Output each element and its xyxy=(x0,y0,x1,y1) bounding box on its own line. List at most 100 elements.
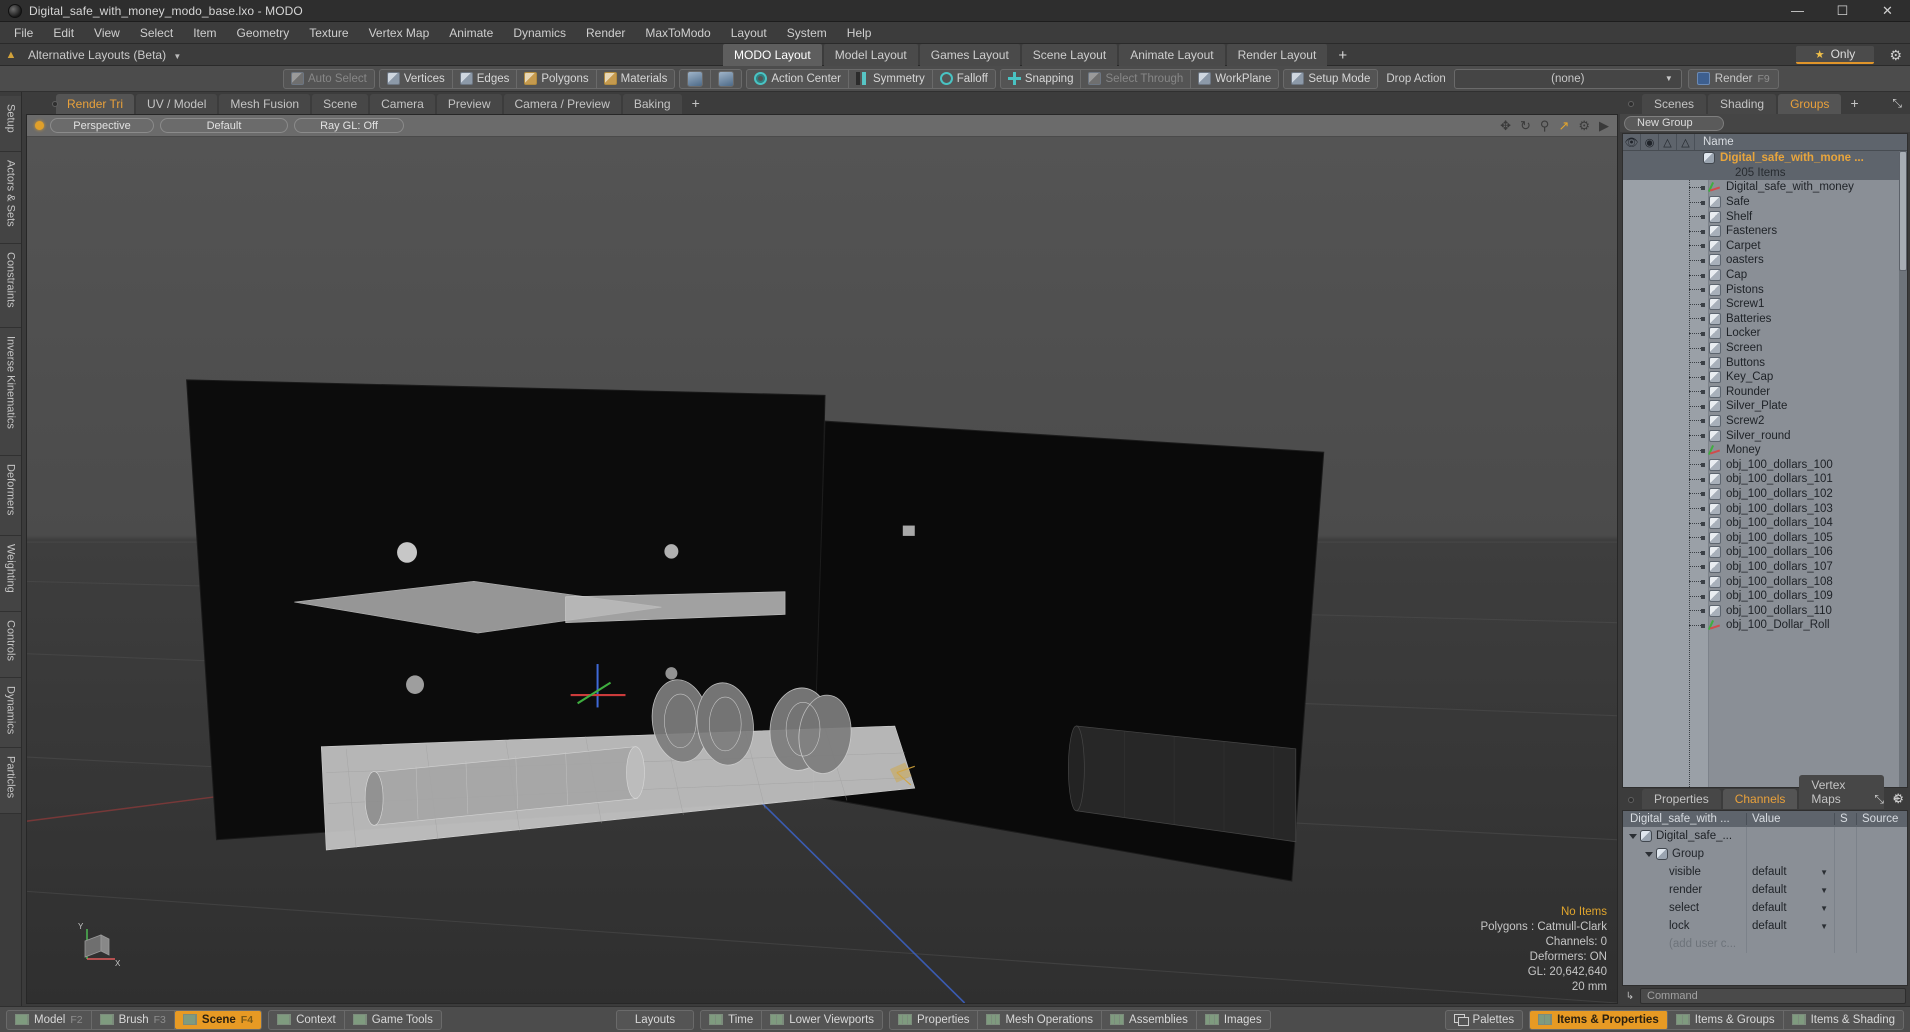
menu-item[interactable]: Item xyxy=(183,23,226,43)
workplane-button[interactable]: WorkPlane xyxy=(1191,70,1278,88)
menu-edit[interactable]: Edit xyxy=(43,23,84,43)
channel-row[interactable]: lock default ▼ xyxy=(1623,917,1907,935)
sidebar-item-deformers[interactable]: Deformers xyxy=(0,456,21,536)
mode-scene-button[interactable]: Scene F4 xyxy=(174,1010,262,1029)
items-properties-button[interactable]: Items & Properties xyxy=(1530,1010,1668,1029)
render-icon[interactable]: ◉ xyxy=(1641,134,1659,150)
list-item[interactable]: obj_100_Dollar_Roll xyxy=(1623,618,1907,633)
symmetry-button[interactable]: Symmetry xyxy=(849,69,933,88)
mode-model-button[interactable]: Model F2 xyxy=(7,1010,92,1029)
add-viewport-tab-button[interactable]: + xyxy=(684,94,708,114)
setup-mode-button[interactable]: Setup Mode xyxy=(1284,70,1377,88)
channel-row[interactable]: visible default ▼ xyxy=(1623,863,1907,881)
menu-help[interactable]: Help xyxy=(837,23,882,43)
tab-mesh-fusion[interactable]: Mesh Fusion xyxy=(219,94,311,114)
items-shading-button[interactable]: Items & Shading xyxy=(1784,1011,1903,1029)
tab-camera[interactable]: Camera xyxy=(370,94,435,114)
group-list[interactable]: 👁 ◉ △ △ Name Digital_safe_with_mone ... xyxy=(1622,133,1908,788)
expand-icon[interactable]: ⤡ xyxy=(1892,96,1902,111)
auto-select-button[interactable]: Auto Select xyxy=(284,70,374,88)
list-item[interactable]: Screw1 xyxy=(1623,297,1907,312)
edges-button[interactable]: Edges xyxy=(453,69,518,88)
game-tools-button[interactable]: Game Tools xyxy=(345,1011,441,1029)
list-item[interactable]: Screw2 xyxy=(1623,414,1907,429)
sidebar-item-weighting[interactable]: Weighting xyxy=(0,536,21,612)
gear-icon[interactable]: ⚙ xyxy=(1578,118,1590,134)
list-item[interactable]: Buttons xyxy=(1623,355,1907,370)
mesh-operations-button[interactable]: Mesh Operations xyxy=(978,1010,1103,1029)
list-item[interactable]: Shelf xyxy=(1623,209,1907,224)
materials-button[interactable]: Materials xyxy=(597,70,675,88)
channel-row[interactable]: Group xyxy=(1623,845,1907,863)
gear-icon[interactable]: ⚙ xyxy=(1889,47,1902,64)
menu-system[interactable]: System xyxy=(777,23,837,43)
list-item[interactable]: Money xyxy=(1623,443,1907,458)
add-right-tab-button[interactable]: + xyxy=(1843,94,1865,114)
menu-geometry[interactable]: Geometry xyxy=(227,23,300,43)
channel-row[interactable]: select default ▼ xyxy=(1623,899,1907,917)
scrollbar-thumb[interactable] xyxy=(1899,151,1907,271)
list-item[interactable]: obj_100_dollars_102 xyxy=(1623,487,1907,502)
3d-viewport[interactable]: Y X No Items Polygons : Catmull-Clark Ch… xyxy=(27,137,1617,1003)
channel-value-lock[interactable]: default ▼ xyxy=(1747,917,1835,935)
menu-animate[interactable]: Animate xyxy=(439,23,503,43)
tab-camera-preview[interactable]: Camera / Preview xyxy=(503,94,621,114)
viewport-shading-dropdown[interactable]: Default xyxy=(160,118,288,133)
viewport-projection-dropdown[interactable]: Perspective xyxy=(50,118,154,133)
menu-file[interactable]: File xyxy=(4,23,43,43)
properties-panel-button[interactable]: Properties xyxy=(890,1010,979,1029)
menu-select[interactable]: Select xyxy=(130,23,183,43)
tab-uv-model[interactable]: UV / Model xyxy=(136,94,218,114)
tab-preview[interactable]: Preview xyxy=(436,94,502,114)
sidebar-item-inverse-kinematics[interactable]: Inverse Kinematics xyxy=(0,328,21,456)
select-icon[interactable]: △ xyxy=(1659,134,1677,150)
context-button[interactable]: Context xyxy=(269,1010,345,1029)
menu-vertex-map[interactable]: Vertex Map xyxy=(359,23,440,43)
select-through-button[interactable]: Select Through xyxy=(1081,69,1192,88)
tab-shading[interactable]: Shading xyxy=(1708,94,1777,114)
list-item[interactable]: Rounder xyxy=(1623,385,1907,400)
play-icon[interactable]: ▶ xyxy=(1599,118,1609,134)
tab-render-tri[interactable]: Render Tri xyxy=(56,94,135,114)
expander-icon[interactable] xyxy=(1645,851,1653,857)
channel-row[interactable]: render default ▼ xyxy=(1623,881,1907,899)
layout-tab-render[interactable]: Render Layout xyxy=(1226,44,1328,66)
minimize-button[interactable]: — xyxy=(1775,0,1820,21)
assemblies-button[interactable]: Assemblies xyxy=(1102,1010,1197,1029)
menu-maxtomodo[interactable]: MaxToModo xyxy=(635,23,720,43)
list-item[interactable]: Carpet xyxy=(1623,239,1907,254)
zoom-icon[interactable]: ⚲ xyxy=(1540,118,1550,134)
maximize-button[interactable]: ☐ xyxy=(1820,0,1865,21)
menu-layout[interactable]: Layout xyxy=(721,23,777,43)
command-input[interactable]: Command xyxy=(1640,988,1906,1004)
group-list-body[interactable]: Digital_safe_with_mone ... 205 Items Dig… xyxy=(1623,151,1907,787)
sidebar-item-controls[interactable]: Controls xyxy=(0,612,21,678)
layout-tab-modo[interactable]: MODO Layout xyxy=(723,44,822,66)
layout-tab-model[interactable]: Model Layout xyxy=(823,44,918,66)
palettes-button[interactable]: Palettes xyxy=(1446,1011,1523,1029)
menu-render[interactable]: Render xyxy=(576,23,635,43)
channel-value-render[interactable]: default ▼ xyxy=(1747,881,1835,899)
sidebar-item-actors-sets[interactable]: Actors & Sets xyxy=(0,152,21,244)
rotate-icon[interactable]: ↻ xyxy=(1520,118,1531,134)
gear-icon[interactable]: ⚙ xyxy=(1892,791,1904,807)
menu-texture[interactable]: Texture xyxy=(299,23,358,43)
list-item[interactable]: obj_100_dollars_110 xyxy=(1623,603,1907,618)
sidebar-item-constraints[interactable]: Constraints xyxy=(0,244,21,328)
action-center-button[interactable]: Action Center xyxy=(747,69,850,88)
vertices-button[interactable]: Vertices xyxy=(380,69,453,88)
list-item[interactable]: Cap xyxy=(1623,268,1907,283)
sidebar-item-setup[interactable]: Setup xyxy=(0,96,21,152)
list-item[interactable]: obj_100_dollars_105 xyxy=(1623,530,1907,545)
time-button[interactable]: Time xyxy=(701,1010,763,1029)
list-item[interactable]: Safe xyxy=(1623,195,1907,210)
new-group-button[interactable]: New Group xyxy=(1624,115,1724,131)
eye-icon[interactable]: 👁 xyxy=(1623,134,1641,150)
list-item[interactable]: obj_100_dollars_101 xyxy=(1623,472,1907,487)
items-groups-button[interactable]: Items & Groups xyxy=(1668,1010,1784,1029)
mode-brush-button[interactable]: Brush F3 xyxy=(92,1010,175,1029)
list-item[interactable]: Digital_safe_with_money xyxy=(1623,180,1907,195)
tab-baking[interactable]: Baking xyxy=(622,94,682,114)
viewport-raygl-dropdown[interactable]: Ray GL: Off xyxy=(294,118,404,133)
tab-vertex-maps[interactable]: Vertex Maps xyxy=(1799,775,1884,809)
